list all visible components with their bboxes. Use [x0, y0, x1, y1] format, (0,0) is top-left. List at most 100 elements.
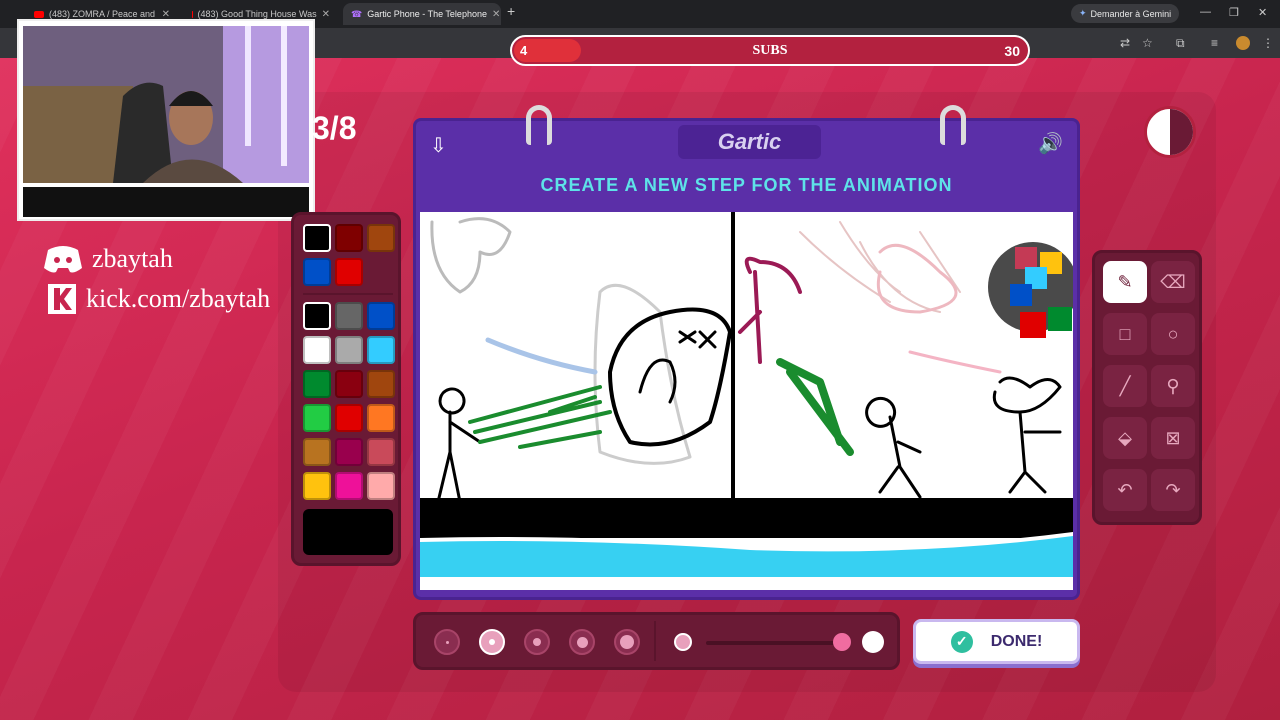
- close-tab-icon[interactable]: ✕: [162, 9, 170, 20]
- selected-color-swatch: [303, 509, 393, 555]
- gemini-label: Demander à Gemini: [1090, 8, 1172, 19]
- translate-icon[interactable]: ⇄: [1120, 36, 1130, 50]
- close-window-icon[interactable]: ✕: [1258, 6, 1267, 19]
- brush-size-2[interactable]: [479, 629, 505, 655]
- kick-text: kick.com/zbaytah: [86, 284, 271, 313]
- close-tab-icon[interactable]: ✕: [322, 9, 330, 20]
- brush-size-5[interactable]: [614, 629, 640, 655]
- sound-icon[interactable]: 🔊: [1038, 131, 1063, 156]
- color-swatch[interactable]: [367, 404, 395, 432]
- color-swatch[interactable]: [303, 472, 331, 500]
- line-icon[interactable]: ╱: [1103, 365, 1147, 407]
- gemini-button[interactable]: ✦ Demander à Gemini: [1071, 4, 1180, 23]
- drawing-canvas[interactable]: [420, 212, 1073, 590]
- color-swatch[interactable]: [303, 370, 331, 398]
- color-swatch[interactable]: [303, 302, 331, 330]
- webcam-overlay: [17, 19, 315, 221]
- color-swatch[interactable]: [367, 302, 395, 330]
- prompt-text: CREATE A NEW STEP FOR THE ANIMATION: [540, 175, 953, 195]
- opacity-high-marker: [862, 631, 884, 653]
- color-swatch[interactable]: [335, 258, 363, 286]
- brush-size-3[interactable]: [524, 629, 550, 655]
- board-ring-right: [940, 105, 966, 145]
- tool-panel: ✎ ⌫ □ ○ ╱ ⚲ ⬙ ⊠ ↶ ↷: [1092, 250, 1202, 525]
- discord-handle: zbaytah: [44, 244, 173, 274]
- webcam-frame-bottom: [23, 187, 309, 217]
- color-swatch[interactable]: [367, 336, 395, 364]
- color-swatch[interactable]: [367, 438, 395, 466]
- restore-icon[interactable]: ❐: [1229, 6, 1239, 19]
- brush-size-4[interactable]: [569, 629, 595, 655]
- color-swatch[interactable]: [335, 336, 363, 364]
- browser-menu-icon[interactable]: ⋮: [1262, 36, 1274, 50]
- timer-icon: [1144, 106, 1196, 158]
- subs-goal-bar: 4 SUBS 30: [510, 35, 1030, 66]
- brush-size-1[interactable]: [434, 629, 460, 655]
- color-swatch[interactable]: [335, 302, 363, 330]
- done-button[interactable]: ✓ DONE!: [913, 619, 1080, 664]
- bar-divider: [654, 621, 656, 661]
- discord-text: zbaytah: [92, 244, 173, 273]
- subs-label: SUBS: [752, 43, 788, 58]
- new-tab-button[interactable]: +: [507, 3, 515, 19]
- opacity-slider[interactable]: [706, 641, 841, 645]
- color-palette: [291, 212, 401, 566]
- palette-divider: [303, 293, 393, 295]
- media-control-icon[interactable]: ≡: [1211, 36, 1218, 50]
- kick-handle: kick.com/zbaytah: [48, 284, 270, 314]
- page-number: 3/8: [312, 110, 357, 146]
- webcam-feed: [23, 26, 309, 183]
- check-icon: ✓: [950, 630, 973, 653]
- profile-avatar[interactable]: [1236, 36, 1250, 50]
- discord-icon: [44, 246, 82, 273]
- clear-icon[interactable]: ⊠: [1151, 417, 1195, 459]
- board-ring-left: [526, 105, 552, 145]
- color-swatch[interactable]: [335, 224, 363, 252]
- eraser-icon[interactable]: ⌫: [1151, 261, 1195, 303]
- color-swatch[interactable]: [335, 370, 363, 398]
- color-swatch[interactable]: [303, 336, 331, 364]
- opacity-low-marker: [674, 633, 692, 651]
- tab-gartic-phone[interactable]: ☎ Gartic Phone - The Telephone ✕: [343, 3, 501, 25]
- color-swatch[interactable]: [335, 438, 363, 466]
- youtube-icon: [192, 10, 193, 18]
- minimize-icon[interactable]: —: [1200, 6, 1211, 18]
- color-swatch[interactable]: [303, 404, 331, 432]
- timer-remaining: [1170, 109, 1193, 155]
- color-swatch[interactable]: [367, 370, 395, 398]
- gemini-icon: ✦: [1079, 8, 1087, 18]
- color-swatch[interactable]: [335, 404, 363, 432]
- brush-options-bar: [413, 612, 900, 670]
- rectangle-icon[interactable]: □: [1103, 313, 1147, 355]
- color-swatch[interactable]: [303, 224, 331, 252]
- tab-title: (483) Good Thing House Was: [197, 9, 317, 19]
- webcam-scene: [23, 26, 309, 183]
- youtube-icon: [34, 10, 44, 18]
- color-swatch[interactable]: [367, 224, 395, 252]
- color-swatch[interactable]: [303, 258, 331, 286]
- color-swatch[interactable]: [303, 438, 331, 466]
- drawing-strokes: [420, 212, 1073, 590]
- redo-icon[interactable]: ↷: [1151, 469, 1195, 511]
- subs-goal: 30: [1004, 43, 1020, 59]
- kick-icon: [48, 284, 76, 314]
- tab-title: (483) ZOMRA / Peace and: [49, 9, 156, 19]
- gartic-logo: Gartic: [678, 125, 821, 159]
- pencil-icon[interactable]: ✎: [1103, 261, 1147, 303]
- undo-icon[interactable]: ↶: [1103, 469, 1147, 511]
- gartic-favicon-icon: ☎: [351, 8, 363, 19]
- screen: (483) ZOMRA / Peace and ✕ (483) Good Thi…: [0, 0, 1280, 720]
- tab-title: Gartic Phone - The Telephone: [367, 9, 487, 19]
- color-swatch[interactable]: [367, 472, 395, 500]
- opacity-slider-handle[interactable]: [833, 633, 851, 651]
- bookmark-star-icon[interactable]: ☆: [1142, 36, 1153, 50]
- color-swatch[interactable]: [335, 472, 363, 500]
- fill-icon[interactable]: ⬙: [1103, 417, 1147, 459]
- eyedropper-icon[interactable]: ⚲: [1151, 365, 1195, 407]
- download-icon[interactable]: ⇩: [430, 133, 447, 158]
- drawing-board: Gartic ⇩ 🔊 CREATE A NEW STEP FOR THE ANI…: [413, 105, 1080, 600]
- extensions-icon[interactable]: ⧉: [1176, 36, 1185, 51]
- done-label: DONE!: [990, 632, 1043, 650]
- close-tab-icon[interactable]: ✕: [492, 9, 500, 20]
- ellipse-icon[interactable]: ○: [1151, 313, 1195, 355]
